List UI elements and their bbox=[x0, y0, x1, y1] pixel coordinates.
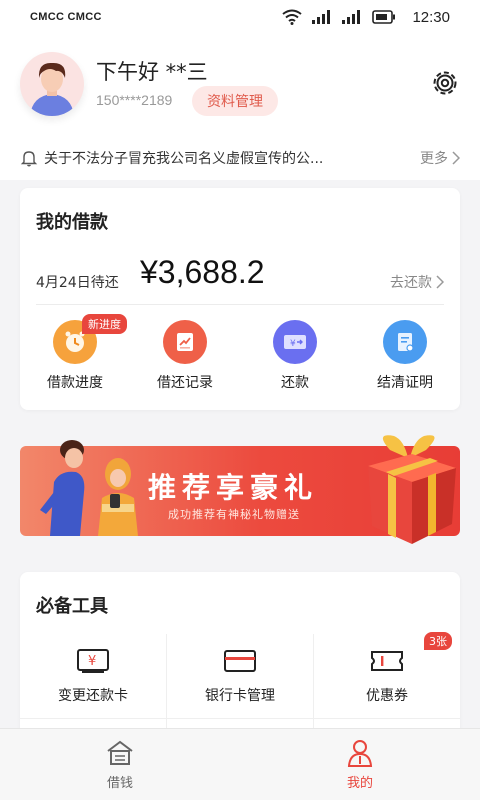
yuan-ticket-icon: ¥ bbox=[273, 320, 317, 364]
chevron-right-icon bbox=[436, 275, 444, 289]
bottom-tab-bar: 借钱 我的 bbox=[0, 728, 480, 800]
tab-borrow[interactable]: 借钱 bbox=[0, 729, 240, 800]
settlement-certificate-button[interactable]: 结清证明 bbox=[350, 320, 460, 392]
go-repay-label: 去还款 bbox=[390, 275, 432, 291]
change-repay-card-button[interactable]: ¥ 变更还款卡 bbox=[20, 634, 167, 718]
bank-card-manage-button[interactable]: 银行卡管理 bbox=[167, 634, 314, 718]
due-amount: ¥3,688.2 bbox=[140, 254, 265, 290]
tools-card: 必备工具 ¥ 变更还款卡 银行卡管理 3张 优惠券 bbox=[20, 572, 460, 732]
user-icon bbox=[347, 740, 373, 767]
svg-text:¥: ¥ bbox=[290, 339, 296, 349]
coupon-count-badge: 3张 bbox=[424, 632, 452, 650]
change-repay-card-label: 变更还款卡 bbox=[58, 688, 128, 704]
coupon-label: 优惠券 bbox=[366, 688, 408, 704]
settlement-certificate-label: 结清证明 bbox=[377, 375, 433, 391]
coupon-button[interactable]: 3张 优惠券 bbox=[314, 632, 460, 718]
tab-mine-label: 我的 bbox=[346, 776, 373, 791]
tab-mine[interactable]: 我的 bbox=[240, 729, 480, 800]
loan-actions: 新进度 借款进度 借还记录 ¥ 还款 结清证明 bbox=[20, 314, 460, 392]
tools-card-title: 必备工具 bbox=[36, 596, 108, 617]
signal-icon bbox=[342, 10, 361, 24]
notice-text: 关于不法分子冒充我公司名义虚假宣传的公... bbox=[44, 151, 324, 167]
profile-header: 下午好 **三 150****2189 资料管理 bbox=[0, 34, 480, 136]
due-date-label: 4月24日待还 bbox=[36, 275, 119, 291]
avatar[interactable] bbox=[20, 52, 84, 116]
battery-icon bbox=[372, 10, 396, 24]
notice-more-link[interactable]: 更多 bbox=[420, 148, 460, 168]
record-icon bbox=[163, 320, 207, 364]
bank-card-icon bbox=[224, 650, 256, 672]
greeting: 下午好 **三 bbox=[96, 60, 208, 84]
signal-icon bbox=[312, 10, 331, 24]
repay-label: 还款 bbox=[281, 375, 309, 391]
referral-banner[interactable]: 推荐享豪礼 成功推荐有神秘礼物赠送 bbox=[20, 428, 460, 550]
tab-borrow-label: 借钱 bbox=[106, 776, 133, 791]
coupon-icon bbox=[371, 651, 403, 671]
status-bar: CMCC CMCC 12:30 bbox=[0, 0, 480, 34]
loan-card: 我的借款 4月24日待还 ¥3,688.2 去还款 新进度 借款进度 借还记录 … bbox=[20, 188, 460, 410]
loan-record-button[interactable]: 借还记录 bbox=[130, 320, 240, 392]
phone-number: 150****2189 bbox=[96, 92, 173, 108]
people-illustration bbox=[40, 440, 138, 536]
banner-title: 推荐享豪礼 bbox=[148, 471, 319, 504]
profile-manage-button[interactable]: 资料管理 bbox=[192, 86, 278, 116]
tools-row: ¥ 变更还款卡 银行卡管理 3张 优惠券 bbox=[20, 632, 460, 718]
more-label: 更多 bbox=[420, 151, 448, 167]
banner-subtitle: 成功推荐有神秘礼物赠送 bbox=[168, 508, 300, 521]
clock-time: 12:30 bbox=[412, 8, 450, 26]
svg-text:¥: ¥ bbox=[88, 654, 96, 669]
status-icons: 12:30 bbox=[282, 9, 450, 26]
yuan-card-icon: ¥ bbox=[77, 649, 109, 673]
divider bbox=[36, 304, 444, 305]
home-icon bbox=[107, 740, 133, 765]
loan-card-title: 我的借款 bbox=[36, 212, 108, 233]
go-repay-link[interactable]: 去还款 bbox=[390, 272, 444, 292]
carrier-label: CMCC CMCC bbox=[30, 11, 102, 23]
certificate-icon bbox=[383, 320, 427, 364]
repay-button[interactable]: ¥ 还款 bbox=[240, 320, 350, 392]
new-progress-badge: 新进度 bbox=[82, 314, 127, 334]
gift-box-icon bbox=[368, 435, 456, 544]
wifi-icon bbox=[282, 9, 303, 25]
bell-icon bbox=[20, 151, 38, 167]
gear-icon[interactable] bbox=[430, 68, 460, 98]
notice-bar[interactable]: 关于不法分子冒充我公司名义虚假宣传的公... 更多 bbox=[0, 136, 480, 180]
bank-card-manage-label: 银行卡管理 bbox=[205, 688, 275, 704]
loan-progress-button[interactable]: 新进度 借款进度 bbox=[20, 314, 130, 392]
loan-progress-label: 借款进度 bbox=[47, 375, 103, 391]
chevron-right-icon bbox=[452, 151, 460, 165]
loan-record-label: 借还记录 bbox=[157, 375, 213, 391]
